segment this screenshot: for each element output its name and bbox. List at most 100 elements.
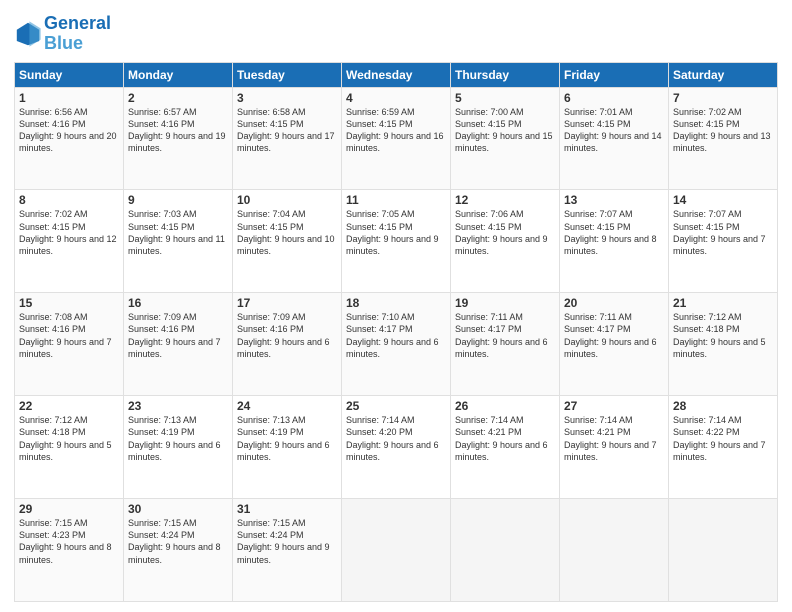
day-info: Sunrise: 6:57 AM Sunset: 4:16 PM Dayligh… xyxy=(128,106,228,155)
day-cell: 20 Sunrise: 7:11 AM Sunset: 4:17 PM Dayl… xyxy=(560,293,669,396)
day-number: 28 xyxy=(673,399,773,413)
day-info: Sunrise: 7:06 AM Sunset: 4:15 PM Dayligh… xyxy=(455,208,555,257)
page: General Blue SundayMondayTuesdayWednesda… xyxy=(0,0,792,612)
day-cell: 2 Sunrise: 6:57 AM Sunset: 4:16 PM Dayli… xyxy=(124,87,233,190)
day-cell xyxy=(342,499,451,602)
day-info: Sunrise: 7:01 AM Sunset: 4:15 PM Dayligh… xyxy=(564,106,664,155)
day-cell: 13 Sunrise: 7:07 AM Sunset: 4:15 PM Dayl… xyxy=(560,190,669,293)
day-cell: 28 Sunrise: 7:14 AM Sunset: 4:22 PM Dayl… xyxy=(669,396,778,499)
day-info: Sunrise: 7:02 AM Sunset: 4:15 PM Dayligh… xyxy=(19,208,119,257)
day-cell: 15 Sunrise: 7:08 AM Sunset: 4:16 PM Dayl… xyxy=(15,293,124,396)
day-cell: 16 Sunrise: 7:09 AM Sunset: 4:16 PM Dayl… xyxy=(124,293,233,396)
day-number: 13 xyxy=(564,193,664,207)
day-info: Sunrise: 7:05 AM Sunset: 4:15 PM Dayligh… xyxy=(346,208,446,257)
day-number: 29 xyxy=(19,502,119,516)
day-cell: 3 Sunrise: 6:58 AM Sunset: 4:15 PM Dayli… xyxy=(233,87,342,190)
day-info: Sunrise: 7:07 AM Sunset: 4:15 PM Dayligh… xyxy=(673,208,773,257)
day-number: 12 xyxy=(455,193,555,207)
day-info: Sunrise: 7:09 AM Sunset: 4:16 PM Dayligh… xyxy=(237,311,337,360)
day-number: 19 xyxy=(455,296,555,310)
day-number: 1 xyxy=(19,91,119,105)
header-cell-wednesday: Wednesday xyxy=(342,62,451,87)
day-number: 30 xyxy=(128,502,228,516)
day-info: Sunrise: 7:15 AM Sunset: 4:24 PM Dayligh… xyxy=(128,517,228,566)
day-info: Sunrise: 6:59 AM Sunset: 4:15 PM Dayligh… xyxy=(346,106,446,155)
day-cell xyxy=(669,499,778,602)
day-cell: 11 Sunrise: 7:05 AM Sunset: 4:15 PM Dayl… xyxy=(342,190,451,293)
header-cell-sunday: Sunday xyxy=(15,62,124,87)
day-number: 20 xyxy=(564,296,664,310)
day-cell: 26 Sunrise: 7:14 AM Sunset: 4:21 PM Dayl… xyxy=(451,396,560,499)
day-info: Sunrise: 6:58 AM Sunset: 4:15 PM Dayligh… xyxy=(237,106,337,155)
week-row-5: 29 Sunrise: 7:15 AM Sunset: 4:23 PM Dayl… xyxy=(15,499,778,602)
day-cell: 24 Sunrise: 7:13 AM Sunset: 4:19 PM Dayl… xyxy=(233,396,342,499)
day-info: Sunrise: 7:08 AM Sunset: 4:16 PM Dayligh… xyxy=(19,311,119,360)
day-number: 10 xyxy=(237,193,337,207)
day-cell: 6 Sunrise: 7:01 AM Sunset: 4:15 PM Dayli… xyxy=(560,87,669,190)
day-info: Sunrise: 7:11 AM Sunset: 4:17 PM Dayligh… xyxy=(564,311,664,360)
day-number: 3 xyxy=(237,91,337,105)
day-info: Sunrise: 7:14 AM Sunset: 4:21 PM Dayligh… xyxy=(564,414,664,463)
day-cell: 17 Sunrise: 7:09 AM Sunset: 4:16 PM Dayl… xyxy=(233,293,342,396)
day-cell: 21 Sunrise: 7:12 AM Sunset: 4:18 PM Dayl… xyxy=(669,293,778,396)
week-row-3: 15 Sunrise: 7:08 AM Sunset: 4:16 PM Dayl… xyxy=(15,293,778,396)
day-cell: 12 Sunrise: 7:06 AM Sunset: 4:15 PM Dayl… xyxy=(451,190,560,293)
header-cell-monday: Monday xyxy=(124,62,233,87)
day-cell xyxy=(451,499,560,602)
day-cell: 1 Sunrise: 6:56 AM Sunset: 4:16 PM Dayli… xyxy=(15,87,124,190)
day-info: Sunrise: 7:15 AM Sunset: 4:23 PM Dayligh… xyxy=(19,517,119,566)
day-number: 16 xyxy=(128,296,228,310)
header-row: SundayMondayTuesdayWednesdayThursdayFrid… xyxy=(15,62,778,87)
day-info: Sunrise: 7:13 AM Sunset: 4:19 PM Dayligh… xyxy=(237,414,337,463)
day-number: 26 xyxy=(455,399,555,413)
day-info: Sunrise: 7:04 AM Sunset: 4:15 PM Dayligh… xyxy=(237,208,337,257)
day-number: 31 xyxy=(237,502,337,516)
day-cell: 23 Sunrise: 7:13 AM Sunset: 4:19 PM Dayl… xyxy=(124,396,233,499)
day-number: 5 xyxy=(455,91,555,105)
logo-text: General Blue xyxy=(44,14,111,54)
day-number: 2 xyxy=(128,91,228,105)
calendar-table: SundayMondayTuesdayWednesdayThursdayFrid… xyxy=(14,62,778,602)
day-cell: 5 Sunrise: 7:00 AM Sunset: 4:15 PM Dayli… xyxy=(451,87,560,190)
day-cell: 9 Sunrise: 7:03 AM Sunset: 4:15 PM Dayli… xyxy=(124,190,233,293)
day-number: 18 xyxy=(346,296,446,310)
day-info: Sunrise: 7:14 AM Sunset: 4:20 PM Dayligh… xyxy=(346,414,446,463)
day-number: 22 xyxy=(19,399,119,413)
day-cell: 22 Sunrise: 7:12 AM Sunset: 4:18 PM Dayl… xyxy=(15,396,124,499)
day-cell: 7 Sunrise: 7:02 AM Sunset: 4:15 PM Dayli… xyxy=(669,87,778,190)
header-cell-thursday: Thursday xyxy=(451,62,560,87)
day-cell: 4 Sunrise: 6:59 AM Sunset: 4:15 PM Dayli… xyxy=(342,87,451,190)
day-info: Sunrise: 7:11 AM Sunset: 4:17 PM Dayligh… xyxy=(455,311,555,360)
day-info: Sunrise: 7:00 AM Sunset: 4:15 PM Dayligh… xyxy=(455,106,555,155)
logo-icon xyxy=(14,20,42,48)
day-cell: 25 Sunrise: 7:14 AM Sunset: 4:20 PM Dayl… xyxy=(342,396,451,499)
day-info: Sunrise: 7:07 AM Sunset: 4:15 PM Dayligh… xyxy=(564,208,664,257)
logo: General Blue xyxy=(14,14,111,54)
day-info: Sunrise: 7:14 AM Sunset: 4:21 PM Dayligh… xyxy=(455,414,555,463)
header-cell-tuesday: Tuesday xyxy=(233,62,342,87)
day-number: 21 xyxy=(673,296,773,310)
day-number: 8 xyxy=(19,193,119,207)
day-number: 17 xyxy=(237,296,337,310)
week-row-4: 22 Sunrise: 7:12 AM Sunset: 4:18 PM Dayl… xyxy=(15,396,778,499)
day-cell: 8 Sunrise: 7:02 AM Sunset: 4:15 PM Dayli… xyxy=(15,190,124,293)
day-number: 4 xyxy=(346,91,446,105)
week-row-1: 1 Sunrise: 6:56 AM Sunset: 4:16 PM Dayli… xyxy=(15,87,778,190)
day-cell: 18 Sunrise: 7:10 AM Sunset: 4:17 PM Dayl… xyxy=(342,293,451,396)
day-cell: 29 Sunrise: 7:15 AM Sunset: 4:23 PM Dayl… xyxy=(15,499,124,602)
day-cell: 27 Sunrise: 7:14 AM Sunset: 4:21 PM Dayl… xyxy=(560,396,669,499)
day-number: 14 xyxy=(673,193,773,207)
day-number: 27 xyxy=(564,399,664,413)
header-cell-friday: Friday xyxy=(560,62,669,87)
day-cell: 31 Sunrise: 7:15 AM Sunset: 4:24 PM Dayl… xyxy=(233,499,342,602)
day-number: 7 xyxy=(673,91,773,105)
day-number: 11 xyxy=(346,193,446,207)
day-info: Sunrise: 7:15 AM Sunset: 4:24 PM Dayligh… xyxy=(237,517,337,566)
day-number: 9 xyxy=(128,193,228,207)
day-info: Sunrise: 7:14 AM Sunset: 4:22 PM Dayligh… xyxy=(673,414,773,463)
day-info: Sunrise: 7:12 AM Sunset: 4:18 PM Dayligh… xyxy=(673,311,773,360)
header-cell-saturday: Saturday xyxy=(669,62,778,87)
day-number: 24 xyxy=(237,399,337,413)
day-number: 6 xyxy=(564,91,664,105)
day-number: 23 xyxy=(128,399,228,413)
